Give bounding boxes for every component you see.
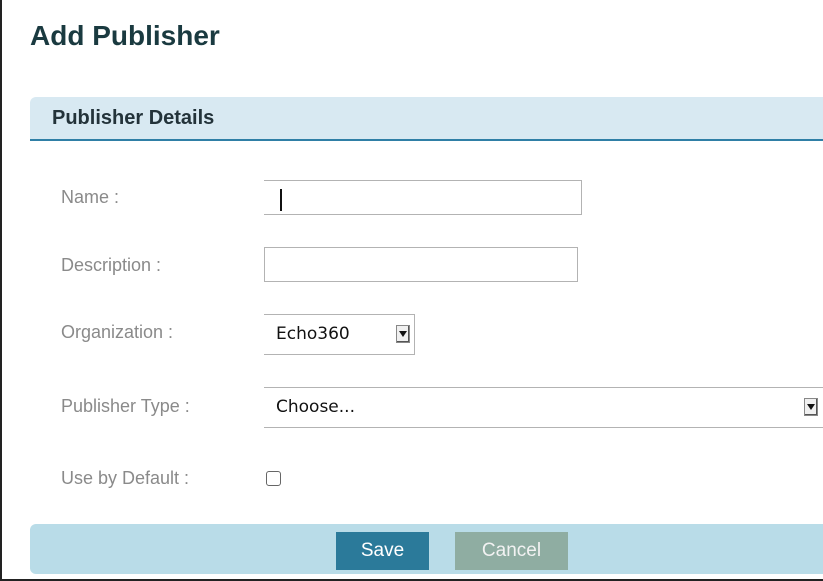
publisher-type-select[interactable]: Choose...	[264, 387, 823, 428]
use-by-default-checkbox[interactable]	[266, 471, 281, 486]
organization-row: Organization : Echo360	[0, 313, 823, 355]
description-field[interactable]	[264, 247, 578, 282]
page-title: Add Publisher	[30, 20, 220, 51]
use-by-default-row: Use by Default :	[0, 459, 823, 499]
organization-selected-value: Echo360	[276, 324, 350, 344]
publisher-type-label: Publisher Type :	[61, 396, 190, 416]
publisher-type-selected-value: Choose...	[276, 397, 355, 417]
name-field[interactable]	[264, 180, 582, 215]
section-header: Publisher Details	[30, 97, 823, 141]
organization-label: Organization :	[61, 322, 174, 342]
cancel-button[interactable]: Cancel	[455, 532, 568, 570]
name-row: Name :	[0, 178, 823, 218]
chevron-down-icon[interactable]	[804, 398, 818, 416]
organization-select[interactable]: Echo360	[264, 314, 415, 355]
use-by-default-label: Use by Default :	[61, 468, 190, 488]
section-title: Publisher Details	[52, 107, 215, 129]
button-bar: Save Cancel	[30, 524, 823, 574]
description-row: Description :	[0, 246, 823, 286]
name-label: Name :	[61, 187, 120, 207]
publisher-type-row: Publisher Type : Choose...	[0, 387, 823, 428]
save-button[interactable]: Save	[336, 532, 429, 570]
description-label: Description :	[61, 255, 162, 275]
chevron-down-icon[interactable]	[396, 325, 410, 343]
text-cursor	[280, 189, 282, 211]
